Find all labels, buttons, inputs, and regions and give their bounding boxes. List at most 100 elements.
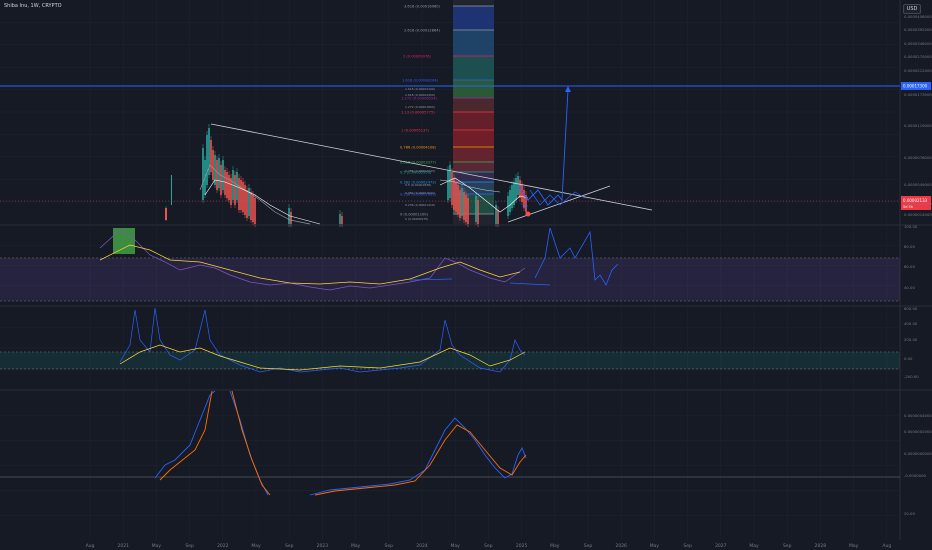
price-axis-label: 0.00002120000: [904, 68, 932, 73]
fib-level-label: 1.272 (0.00006524): [401, 97, 438, 101]
chart-canvas[interactable]: Aug 2021 May Sep 2022 May Sep 2023 May Sep 2024 May…: [0, 0, 932, 550]
rsi-overbought-fill: [113, 228, 135, 254]
candle-body: [246, 190, 248, 218]
price-axis-label: 0.00000140000: [904, 212, 932, 217]
candle-body: [206, 135, 208, 185]
time-axis-label: 2026: [615, 543, 627, 549]
candle-body: [465, 195, 467, 222]
candle-body: [521, 185, 523, 202]
time-axis-label: 2028: [815, 543, 827, 549]
fib-zone-band: [453, 6, 494, 30]
time-axis-label: May: [749, 543, 759, 549]
macd-axis-label: -0.0000000: [904, 473, 926, 478]
cci-band: [0, 352, 900, 369]
price-tag-resistance-text: 0.00017300: [903, 84, 928, 89]
candle-body: [222, 160, 224, 190]
candle-body: [477, 200, 479, 224]
candle-body: [509, 190, 511, 212]
time-axis-label: May: [849, 543, 859, 549]
fib-level-label: 1 (0.00005137): [401, 129, 430, 133]
price-axis-label: 0.00001730000: [904, 92, 932, 97]
time-axis-label: 2023: [317, 543, 329, 549]
candle-body: [230, 178, 232, 205]
fib-zone-band: [453, 80, 494, 98]
macd-axis-label: 20.00: [904, 511, 915, 516]
fib-level-label: 1.618 (0.00008204): [402, 79, 439, 83]
price-axis-label: 0.00002700000: [904, 54, 932, 59]
macd-axis-label: 0.00000040000: [904, 413, 932, 418]
cci-axis-label: 200.00: [904, 337, 918, 342]
time-axis-label: May: [650, 543, 660, 549]
time-axis-label: May: [351, 543, 361, 549]
time-axis-label: 2025: [516, 543, 528, 549]
candle-body: [455, 182, 457, 212]
fib-channel-label: 0.236 (0.00001419): [405, 203, 435, 207]
candle-body: [341, 216, 343, 224]
fib-zone-band: [453, 30, 494, 56]
candle-body: [202, 148, 204, 200]
fib-zone-band: [453, 130, 494, 147]
price-axis-label: 0.00001190000: [904, 123, 932, 128]
price-axis-label: 0.00004560000: [904, 14, 932, 19]
candle-body: [447, 170, 449, 200]
fib-channel-label: 2.618 (0.00002450): [405, 93, 435, 97]
rsi-axis-label: 100.00: [904, 224, 918, 229]
candle-body: [467, 198, 469, 224]
price-axis-label: 0.00000760000: [904, 155, 932, 160]
rsi-axis-label: 80.00: [904, 244, 915, 249]
candle-body: [457, 185, 459, 214]
fib-level-label: 1.13 (0.00005775): [401, 111, 435, 115]
fib-zone-band: [453, 98, 494, 112]
fib-level-label: 0.786 (0.00004108): [400, 146, 437, 150]
currency-button[interactable]: USD: [903, 4, 921, 14]
price-axis-label: 0.00003460000: [904, 41, 932, 46]
candle-body: [290, 212, 292, 224]
fib-channel-label: 0.786 (0.00002043): [405, 169, 435, 173]
rsi-axis-label: 40.00: [904, 285, 915, 290]
candle-body: [234, 175, 236, 205]
time-axis-label: Sep: [683, 543, 692, 549]
candle-body: [220, 165, 222, 195]
time-axis-label: May: [550, 543, 560, 549]
fib-zone-band: [453, 56, 494, 80]
candle-body: [250, 192, 252, 220]
candle-body: [511, 185, 513, 208]
rsi-band: [0, 258, 900, 301]
time-axis-label: 2027: [715, 543, 727, 549]
fib-level-label: 0.618 (0.00003377): [400, 161, 437, 165]
time-axis-label: 2022: [217, 543, 229, 549]
time-axis-label: 2024: [416, 543, 428, 549]
cci-axis-label: 600.00: [904, 306, 918, 311]
price-axis-label: 0.00000270000: [904, 201, 932, 206]
time-axis-label: Sep: [783, 543, 792, 549]
candle-body: [216, 160, 218, 190]
candle-body: [254, 198, 256, 224]
price-axis-label: 0.00000490000: [904, 182, 932, 187]
candle-body: [240, 180, 242, 210]
chart-title: Shiba Inu, 1W, CRYPTO: [4, 3, 62, 9]
time-axis-label: Sep: [185, 543, 194, 549]
candle-body: [339, 214, 341, 224]
time-axis-label: May: [152, 543, 162, 549]
candle-body: [453, 178, 455, 210]
candle-body: [461, 188, 463, 216]
cci-axis-label: -200.00: [904, 374, 919, 379]
fib-channel-label: 0.382 (0.00001632): [405, 191, 435, 195]
cci-axis-label: 400.00: [904, 321, 918, 326]
candle-body: [451, 172, 453, 205]
candle-body: [165, 208, 167, 220]
candle-body: [236, 172, 238, 200]
rsi-axis-label: 60.00: [904, 264, 915, 269]
time-axis-label: Aug: [882, 543, 891, 549]
candle-body: [210, 140, 212, 172]
event-marker-icon: [525, 211, 531, 217]
candle-body: [495, 205, 497, 224]
price-axis-label: 0.00003920000: [904, 27, 932, 32]
fib-level-label: 2.618 (0.00012864): [404, 29, 441, 33]
time-axis-label: 2021: [117, 543, 129, 549]
candle-body: [171, 175, 172, 205]
cci-axis-label: 0.00: [904, 356, 913, 361]
time-axis-label: Sep: [484, 543, 493, 549]
time-axis-label: May: [451, 543, 461, 549]
fib-zone-band: [453, 112, 494, 130]
